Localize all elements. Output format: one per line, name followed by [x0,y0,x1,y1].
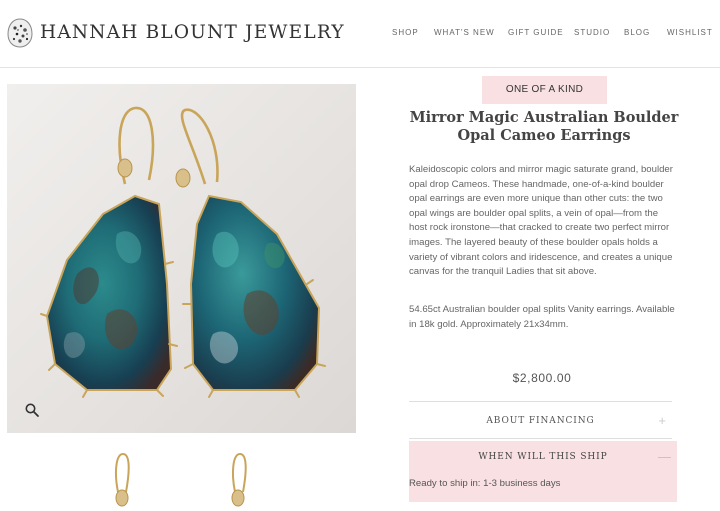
nav-whats-new[interactable]: WHAT'S NEW [434,28,495,37]
accordion-when-will-this-ship[interactable]: WHEN WILL THIS SHIP — Ready to ship in: … [409,441,677,502]
product-thumbnail[interactable] [60,448,300,511]
nav-gift-guide[interactable]: GIFT GUIDE [508,28,564,37]
brand-name[interactable]: HANNAH BLOUNT JEWELRY [40,22,345,43]
accordion-label: WHEN WILL THIS SHIP [478,452,608,462]
accordion-divider-top [409,401,672,402]
earrings-photo [7,84,356,433]
nav-wishlist[interactable]: WISHLIST [667,28,713,37]
nav-shop[interactable]: SHOP [392,28,419,37]
shipping-info: Ready to ship in: 1-3 business days [409,478,561,489]
site-header: HANNAH BLOUNT JEWELRY SHOP WHAT'S NEW GI… [0,0,720,68]
product-specs: 54.65ct Australian boulder opal splits V… [409,304,675,330]
nav-studio[interactable]: STUDIO [574,28,610,37]
accordion-label: ABOUT FINANCING [486,416,595,426]
accordion-about-financing[interactable]: ABOUT FINANCING + [409,403,672,439]
thumbnail-earrings [114,452,247,507]
plus-icon[interactable]: + [658,414,666,427]
accordion-divider-middle [409,438,672,439]
product-description: Kaleidoscopic colors and mirror magic sa… [409,164,673,278]
product-main-image[interactable] [7,84,356,433]
product-price: $2,800.00 [512,371,572,385]
minus-icon[interactable]: — [658,450,671,463]
nav-blog[interactable]: BLOG [624,28,650,37]
one-of-a-kind-badge: ONE OF A KIND [482,76,607,104]
product-title: Mirror Magic Australian Boulder Opal Cam… [409,109,679,144]
opal-stone-logo-icon[interactable] [7,18,33,48]
magnifier-icon[interactable] [24,402,40,418]
